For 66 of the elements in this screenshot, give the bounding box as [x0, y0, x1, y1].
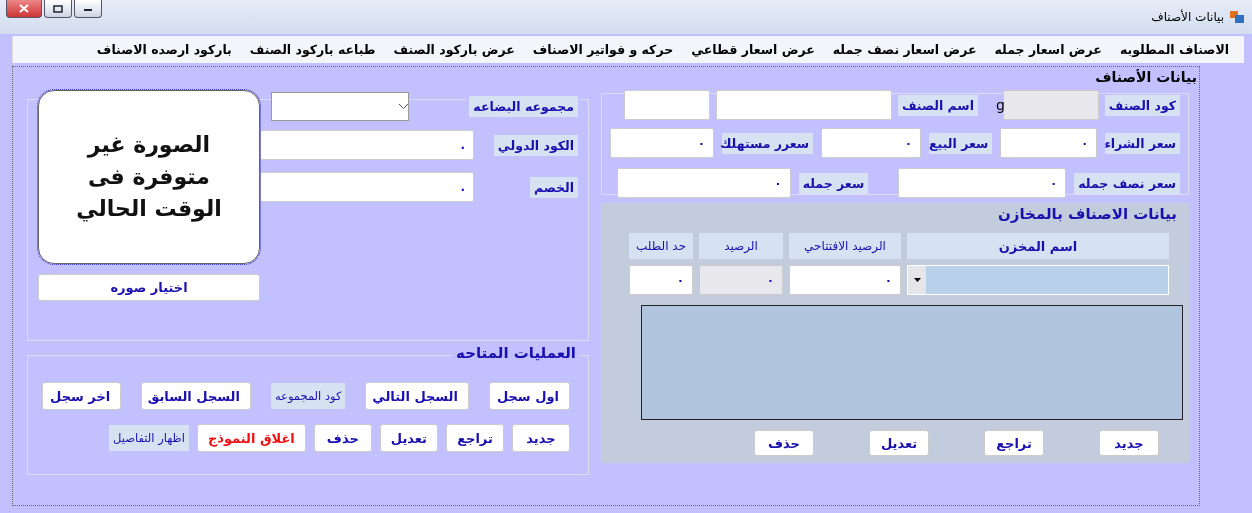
group-label: مجموعه البضاعه	[469, 96, 578, 117]
menu-item[interactable]: طباعه باركود الصنف	[240, 42, 385, 57]
action-button[interactable]: حذف	[313, 424, 372, 452]
field-label: اظهار التفاصيل	[109, 425, 189, 451]
menu-item[interactable]: عرض اسعار جمله	[985, 42, 1111, 57]
chevron-icon	[399, 104, 408, 109]
input-field[interactable]	[715, 90, 892, 120]
menu-item[interactable]: عرض باركود الصنف	[384, 42, 524, 57]
column-header: حد الطلب	[629, 233, 693, 259]
caret-icon	[913, 278, 921, 282]
close-button[interactable]	[6, 0, 42, 18]
field-label: سعر الشراء	[1105, 132, 1180, 154]
panel-title: بيانات الاصناف بالمخازن	[998, 205, 1177, 223]
input-field[interactable]: ٠	[898, 168, 1067, 198]
input-field[interactable]	[1002, 90, 1099, 120]
field-label: الخصم	[529, 176, 578, 198]
action-button[interactable]: تراجع	[984, 430, 1044, 456]
input-field[interactable]: ٠	[610, 128, 714, 158]
input-field[interactable]: ٠	[1000, 128, 1098, 158]
window-title: بيانات الأصناف	[1151, 10, 1224, 24]
menu-item[interactable]: الاصناف المطلوبه	[1110, 42, 1238, 57]
input-field[interactable]: ٠	[616, 168, 791, 198]
close-icon	[19, 4, 29, 13]
field-label: سعرر مستهلك	[722, 132, 814, 154]
input-field[interactable]: .	[260, 130, 474, 160]
choose-image-button[interactable]: اختيار صوره	[38, 274, 260, 301]
input-field[interactable]: .	[260, 172, 474, 202]
column-header: الرصيد	[699, 233, 783, 259]
dropdown[interactable]	[271, 92, 409, 121]
form-heading: بيانات الأصناف	[1095, 69, 1197, 85]
action-button[interactable]: تعديل	[379, 424, 438, 452]
image-text: الصورة غير متوفرة فى الوقت الحالي	[75, 131, 223, 224]
menu-item[interactable]: حركه و فواتير الاصناف	[523, 42, 683, 57]
stray-character: g	[995, 97, 1005, 113]
input-field[interactable]: ٠	[789, 265, 901, 295]
field-label: كود المجموعه	[270, 383, 346, 409]
field-label: سعر جمله	[798, 172, 869, 194]
field-label: كود الصنف	[1104, 94, 1180, 116]
close-form-button[interactable]: اغلاق النموذج	[196, 424, 306, 452]
action-button[interactable]: جديد	[512, 424, 570, 452]
input-field[interactable]	[623, 90, 710, 120]
field-label: اسم الصنف	[897, 94, 978, 116]
restore-icon	[53, 4, 63, 13]
field-label: سعر نصف جمله	[1074, 172, 1180, 194]
field-label: سعر البيع	[929, 132, 993, 154]
action-button[interactable]: اخر سجل	[42, 382, 122, 410]
action-button[interactable]: حذف	[754, 430, 814, 456]
maximize-button[interactable]	[44, 0, 72, 18]
field-label: الكود الدولي	[493, 134, 578, 156]
action-button[interactable]: السجل التالي	[365, 382, 469, 410]
minimize-button[interactable]	[74, 0, 102, 18]
action-button[interactable]: تراجع	[446, 424, 504, 452]
dropdown-button[interactable]	[908, 266, 926, 294]
action-button[interactable]: السجل السابق	[141, 382, 251, 410]
column-header: اسم المخزن	[907, 233, 1169, 259]
column-header: الرصيد الافتتاحي	[789, 233, 901, 259]
action-button[interactable]: جديد	[1099, 430, 1159, 456]
input-field[interactable]: ٠	[821, 128, 922, 158]
menu-item[interactable]: عرض اسعار قطاعي	[682, 42, 824, 57]
input-field[interactable]: ٠	[629, 265, 693, 295]
action-button[interactable]: تعديل	[869, 430, 929, 456]
menu-item[interactable]: عرض اسعار نصف جمله	[823, 42, 986, 57]
action-button[interactable]: اول سجل	[488, 382, 570, 410]
group-title: العمليات المتاحه	[452, 344, 580, 362]
app-icon	[1230, 11, 1244, 23]
menu-item[interactable]: باركود ارصده الاصناف	[87, 42, 241, 57]
